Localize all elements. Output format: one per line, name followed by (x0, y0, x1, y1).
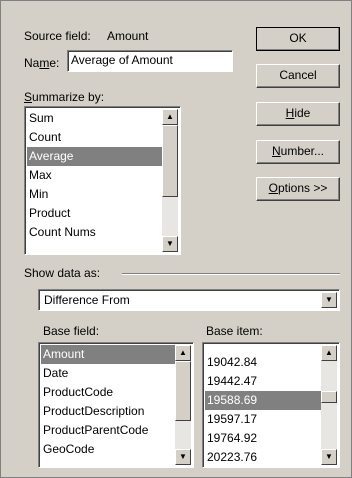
summarize-item-count[interactable]: Count (27, 128, 164, 147)
summarize-item-sum[interactable]: Sum (27, 109, 164, 128)
base-item-19588[interactable]: 19588.69 (205, 391, 321, 410)
summarize-item-product[interactable]: Product (27, 204, 164, 223)
base-item-19764[interactable]: 19764.92 (205, 429, 321, 448)
base-field-item-geocode[interactable]: GeoCode (41, 440, 175, 459)
base-field-item-productparentcode[interactable]: ProductParentCode (41, 421, 175, 440)
base-field-list[interactable]: Amount Date ProductCode ProductDescripti… (38, 342, 194, 468)
base-field-item-productdescription[interactable]: ProductDescription (41, 402, 175, 421)
options-button[interactable]: Options >> (256, 177, 340, 201)
summarize-scrollbar[interactable]: ▲ ▼ (162, 109, 178, 252)
base-item-20223[interactable]: 20223.76 (205, 448, 321, 463)
show-data-as-dropdown[interactable]: Difference From ▼ (38, 289, 340, 311)
base-field-item-date[interactable]: Date (41, 364, 175, 383)
up-arrow-icon[interactable]: ▲ (321, 345, 337, 361)
separator-line (122, 273, 340, 275)
cancel-button[interactable]: Cancel (256, 64, 340, 88)
pivot-field-dialog: Source field: Amount Name: Summarize by:… (0, 0, 352, 478)
up-arrow-icon[interactable]: ▲ (162, 109, 178, 125)
base-item-19042[interactable]: 19042.84 (205, 353, 321, 372)
summarize-label: Summarize by: (24, 90, 105, 104)
ok-button[interactable]: OK (256, 27, 340, 51)
summarize-list[interactable]: Sum Count Average Max Min Product Count … (24, 106, 181, 255)
base-field-scrollbar[interactable]: ▲ ▼ (175, 345, 191, 465)
scroll-thumb[interactable] (162, 125, 178, 197)
show-data-as-value: Difference From (44, 293, 130, 307)
up-arrow-icon[interactable]: ▲ (175, 345, 191, 361)
down-arrow-icon[interactable]: ▼ (162, 236, 178, 252)
name-field[interactable] (67, 50, 233, 72)
summarize-item-average[interactable]: Average (27, 147, 164, 166)
summarize-item-max[interactable]: Max (27, 166, 164, 185)
base-item-label: Base item: (206, 324, 263, 338)
source-field-label: Source field: (24, 29, 91, 43)
name-label: Name: (24, 56, 60, 70)
base-item-19597[interactable]: 19597.17 (205, 410, 321, 429)
down-arrow-icon[interactable]: ▼ (321, 449, 337, 465)
base-item-list[interactable]: 19042.84 19442.47 19588.69 19597.17 1976… (202, 342, 340, 468)
base-field-item-amount[interactable]: Amount (41, 345, 175, 364)
down-arrow-icon[interactable]: ▼ (321, 292, 337, 308)
source-field-value: Amount (107, 29, 149, 43)
base-item-scrollbar[interactable]: ▲ ▼ (321, 345, 337, 465)
name-input[interactable] (68, 51, 232, 69)
down-arrow-icon[interactable]: ▼ (175, 449, 191, 465)
number-button[interactable]: Number... (256, 140, 340, 164)
summarize-item-min[interactable]: Min (27, 185, 164, 204)
hide-button[interactable]: Hide (256, 102, 340, 126)
scroll-thumb[interactable] (175, 361, 191, 421)
base-field-label: Base field: (43, 324, 100, 338)
show-data-as-label: Show data as: (24, 266, 101, 280)
summarize-item-count-nums[interactable]: Count Nums (27, 223, 164, 242)
scroll-thumb[interactable] (321, 391, 337, 403)
base-item-19442[interactable]: 19442.47 (205, 372, 321, 391)
base-field-item-productcode[interactable]: ProductCode (41, 383, 175, 402)
